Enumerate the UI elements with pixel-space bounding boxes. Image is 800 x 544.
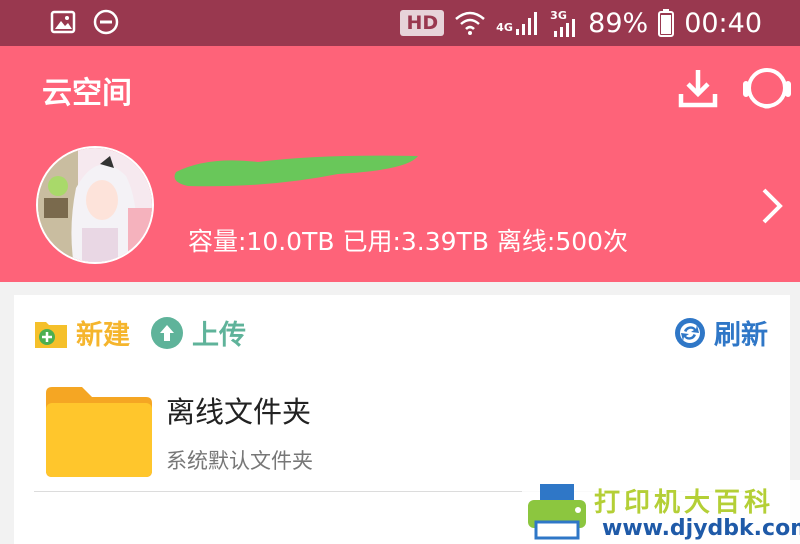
new-label: 新建 <box>76 320 130 351</box>
new-folder-icon <box>35 321 67 348</box>
do-not-disturb-icon <box>93 9 119 35</box>
printer-icon <box>528 484 586 540</box>
battery-icon <box>658 9 675 37</box>
folder-icon <box>46 387 152 477</box>
battery-percent: 89% <box>588 7 649 39</box>
watermark: 打印机大百科 www.djydbk.com <box>522 480 800 544</box>
app-header: 云空间 容量:10.0TB 已用:3.39TB 离线:500次 <box>0 46 800 282</box>
signal-icon <box>516 12 538 35</box>
status-bar: HD 4G 3G 89% 00:40 <box>0 0 800 46</box>
image-icon <box>50 10 76 34</box>
download-icon[interactable] <box>676 66 720 110</box>
signal-4g: 4G <box>496 9 540 37</box>
refresh-label: 刷新 <box>714 320 768 351</box>
avatar[interactable] <box>36 146 154 264</box>
file-description: 系统默认文件夹 <box>166 449 313 473</box>
avatar-image <box>38 148 152 262</box>
hd-badge: HD <box>400 10 445 36</box>
signal-icon <box>554 19 576 37</box>
page-title: 云空间 <box>42 76 132 111</box>
customer-service-icon[interactable] <box>740 64 794 114</box>
watermark-url: www.djydbk.com <box>602 516 800 541</box>
signal-3g: 3G <box>550 9 578 37</box>
upload-button[interactable]: 上传 <box>150 313 246 352</box>
clock: 00:40 <box>684 7 762 39</box>
file-name: 离线文件夹 <box>166 395 312 429</box>
username-redacted <box>174 155 418 187</box>
wifi-icon <box>455 11 485 35</box>
refresh-button[interactable]: 刷新 <box>674 313 768 352</box>
upload-cloud-icon <box>151 316 183 349</box>
chevron-right-icon[interactable] <box>758 186 786 226</box>
upload-label: 上传 <box>192 320 246 351</box>
new-folder-button[interactable]: 新建 <box>34 313 130 352</box>
refresh-icon <box>675 317 705 348</box>
storage-quota: 容量:10.0TB 已用:3.39TB 离线:500次 <box>188 227 629 256</box>
watermark-title: 打印机大百科 <box>594 488 775 518</box>
list-item[interactable]: 离线文件夹 系统默认文件夹 <box>14 375 790 491</box>
